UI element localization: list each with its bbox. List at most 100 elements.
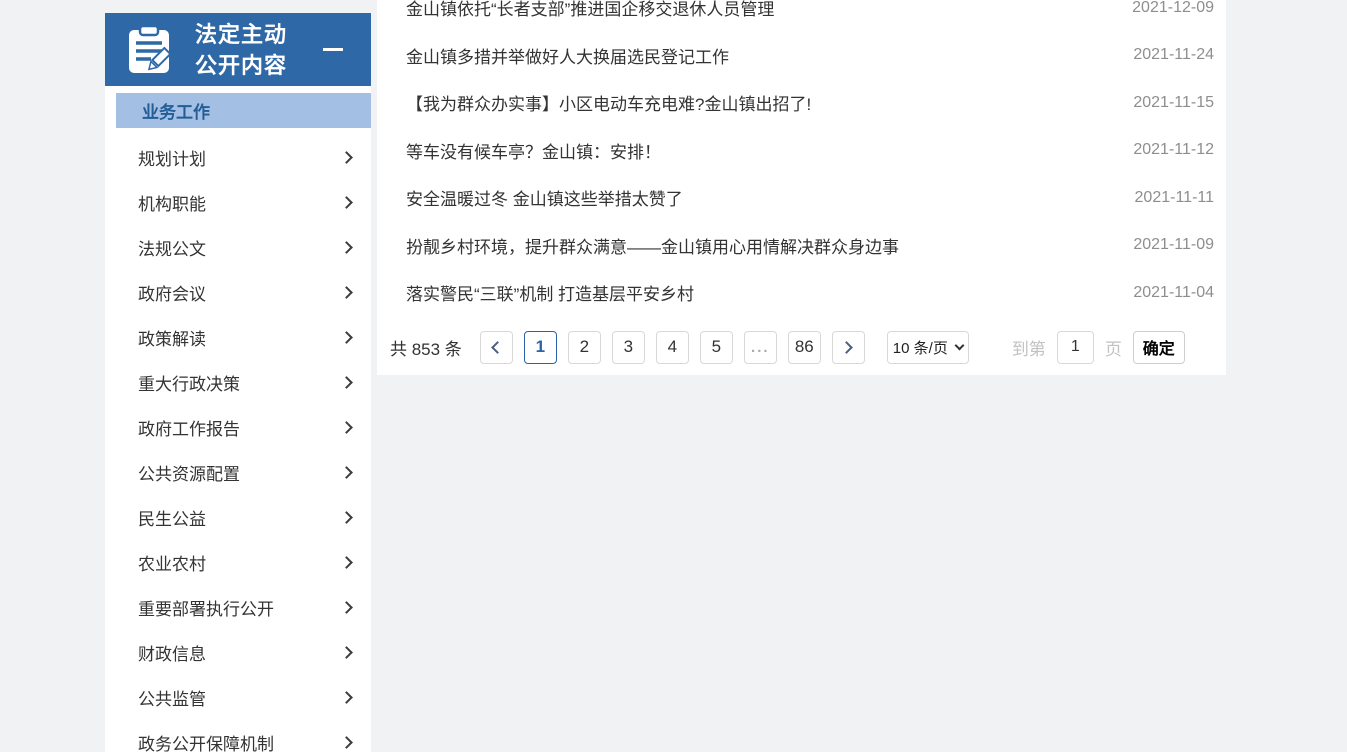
chevron-right-icon — [340, 646, 353, 659]
page-number-button[interactable]: 1 — [524, 331, 557, 364]
page-size-value: 10 条/页 — [893, 337, 948, 358]
sidebar-item[interactable]: 规划计划 — [105, 135, 371, 180]
minus-icon[interactable] — [323, 48, 343, 51]
sidebar-item[interactable]: 政务公开保障机制 — [105, 720, 371, 752]
sidebar-item[interactable]: 公共资源配置 — [105, 450, 371, 495]
chevron-right-icon — [340, 376, 353, 389]
chevron-right-icon — [340, 241, 353, 254]
news-date: 2021-11-09 — [1133, 236, 1214, 254]
sidebar-item[interactable]: 机构职能 — [105, 180, 371, 225]
confirm-label: 确定 — [1143, 335, 1175, 359]
goto-page-unit: 页 — [1105, 335, 1122, 360]
pagination: 共 853 条 1 2 3 — [390, 330, 1185, 364]
page-number-button[interactable]: 4 — [656, 331, 689, 364]
last-page-button[interactable]: 86 — [788, 331, 821, 364]
sidebar-item[interactable]: 公共监管 — [105, 675, 371, 720]
main-panel: 金山镇依托“长者支部”推进国企移交退休人员管理 2021-12-09 金山镇多措… — [377, 0, 1226, 375]
sidebar-item-label: 政府会议 — [138, 280, 206, 305]
news-title-link[interactable]: 金山镇多措并举做好人大换届选民登记工作 — [406, 43, 729, 68]
sidebar-item-label: 公共监管 — [138, 685, 206, 710]
news-row: 安全温暖过冬 金山镇这些举措太赞了 2021-11-11 — [377, 174, 1226, 222]
news-date: 2021-11-04 — [1133, 284, 1214, 302]
sidebar-item[interactable]: 财政信息 — [105, 630, 371, 675]
chevron-right-icon — [340, 331, 353, 344]
news-date: 2021-11-15 — [1133, 94, 1214, 112]
sidebar-item[interactable]: 民生公益 — [105, 495, 371, 540]
sidebar-item[interactable]: 政府会议 — [105, 270, 371, 315]
chevron-right-icon — [340, 556, 353, 569]
goto-page-input[interactable] — [1057, 331, 1094, 364]
sidebar-item[interactable]: 政策解读 — [105, 315, 371, 360]
news-row: 金山镇依托“长者支部”推进国企移交退休人员管理 2021-12-09 — [377, 0, 1226, 32]
prev-page-button[interactable] — [480, 331, 513, 364]
news-date: 2021-11-24 — [1133, 46, 1214, 64]
sidebar-item[interactable]: 法规公文 — [105, 225, 371, 270]
news-list: 金山镇依托“长者支部”推进国企移交退休人员管理 2021-12-09 金山镇多措… — [377, 0, 1226, 317]
sidebar-header: 法定主动 公开内容 — [105, 13, 371, 86]
news-row: 【我为群众办实事】小区电动车充电难?金山镇出招了! 2021-11-15 — [377, 79, 1226, 127]
sidebar-item[interactable]: 重要部署执行公开 — [105, 585, 371, 630]
confirm-button[interactable]: 确定 — [1133, 331, 1185, 364]
sidebar-item-label: 农业农村 — [138, 550, 206, 575]
chevron-right-icon — [340, 736, 353, 749]
news-title-link[interactable]: 等车没有候车亭？金山镇：安排！ — [406, 138, 661, 163]
page-number-button[interactable]: 2 — [568, 331, 601, 364]
news-row: 等车没有候车亭？金山镇：安排！ 2021-11-12 — [377, 127, 1226, 175]
sidebar-item-label: 财政信息 — [138, 640, 206, 665]
chevron-right-icon — [840, 341, 853, 354]
sidebar-item-label: 重要部署执行公开 — [138, 595, 274, 620]
sidebar-item-label: 政务公开保障机制 — [138, 730, 274, 752]
ellipsis-button[interactable]: ... — [744, 331, 777, 364]
chevron-right-icon — [340, 511, 353, 524]
sidebar-item-label: 政府工作报告 — [138, 415, 240, 440]
ellipsis-label: ... — [751, 339, 770, 356]
page-number-label: 2 — [580, 337, 589, 357]
chevron-down-icon — [954, 340, 964, 350]
page-number-group: 1 2 3 4 5 — [524, 331, 733, 364]
sidebar-item-label: 规划计划 — [138, 145, 206, 170]
page-number-label: 5 — [712, 337, 721, 357]
sidebar-item-label: 重大行政决策 — [138, 370, 240, 395]
news-row: 落实警民“三联”机制 打造基层平安乡村 2021-11-04 — [377, 269, 1226, 317]
chevron-right-icon — [340, 601, 353, 614]
page-size-select[interactable]: 10 条/页 — [887, 331, 969, 364]
last-page-label: 86 — [795, 337, 814, 357]
chevron-left-icon — [491, 341, 504, 354]
news-title-link[interactable]: 【我为群众办实事】小区电动车充电难?金山镇出招了! — [406, 90, 811, 115]
sidebar-menu: 业务工作 规划计划 机构职能 法规公文 — [105, 93, 371, 752]
clipboard-edit-icon — [127, 25, 171, 75]
page-number-label: 4 — [668, 337, 677, 357]
page-number-button[interactable]: 5 — [700, 331, 733, 364]
news-title-link[interactable]: 金山镇依托“长者支部”推进国企移交退休人员管理 — [406, 0, 774, 20]
next-page-button[interactable] — [832, 331, 865, 364]
sidebar-item[interactable]: 政府工作报告 — [105, 405, 371, 450]
sidebar-item-active[interactable]: 业务工作 — [116, 93, 371, 128]
news-title-link[interactable]: 落实警民“三联”机制 打造基层平安乡村 — [406, 280, 694, 305]
sidebar-title-line1: 法定主动 — [195, 19, 287, 50]
sidebar-item-label: 法规公文 — [138, 235, 206, 260]
news-title-link[interactable]: 安全温暖过冬 金山镇这些举措太赞了 — [406, 185, 683, 210]
sidebar-item[interactable]: 重大行政决策 — [105, 360, 371, 405]
page-number-label: 1 — [536, 337, 545, 357]
sidebar-item-label: 民生公益 — [138, 505, 206, 530]
chevron-right-icon — [340, 466, 353, 479]
sidebar-menu-list: 规划计划 机构职能 法规公文 政府会议 — [105, 128, 371, 752]
page: 法定主动 公开内容 业务工作 规划计划 机构职能 — [0, 0, 1347, 752]
sidebar-item[interactable]: 农业农村 — [105, 540, 371, 585]
chevron-right-icon — [340, 196, 353, 209]
news-date: 2021-11-11 — [1135, 189, 1214, 207]
page-number-label: 3 — [624, 337, 633, 357]
sidebar-title: 法定主动 公开内容 — [195, 19, 287, 81]
chevron-right-icon — [340, 286, 353, 299]
news-title-link[interactable]: 扮靓乡村环境，提升群众满意——金山镇用心用情解决群众身边事 — [406, 233, 899, 258]
chevron-right-icon — [340, 691, 353, 704]
sidebar-title-line2: 公开内容 — [195, 50, 287, 81]
sidebar-item-label: 政策解读 — [138, 325, 206, 350]
news-row: 扮靓乡村环境，提升群众满意——金山镇用心用情解决群众身边事 2021-11-09 — [377, 222, 1226, 270]
chevron-right-icon — [340, 151, 353, 164]
sidebar-item-label: 公共资源配置 — [138, 460, 240, 485]
sidebar: 法定主动 公开内容 业务工作 规划计划 机构职能 — [105, 13, 371, 752]
news-row: 金山镇多措并举做好人大换届选民登记工作 2021-11-24 — [377, 32, 1226, 80]
chevron-right-icon — [340, 421, 353, 434]
page-number-button[interactable]: 3 — [612, 331, 645, 364]
